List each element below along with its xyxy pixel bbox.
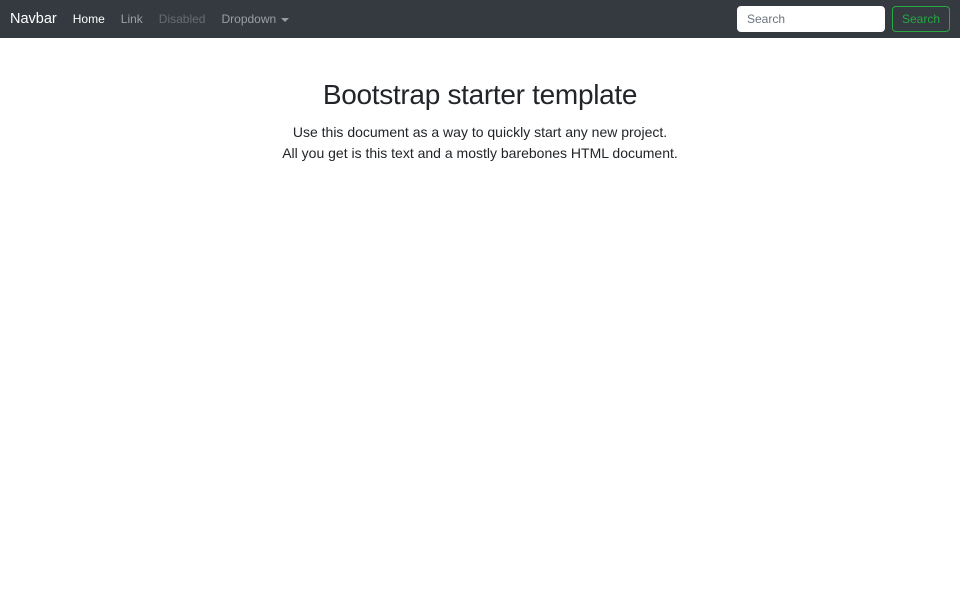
lead-line-1: Use this document as a way to quickly st… (292, 123, 668, 140)
page-title: Bootstrap starter template (322, 79, 638, 110)
caret-down-icon (281, 18, 290, 22)
search-button[interactable]: Search (891, 6, 950, 32)
dropdown-label: Dropdown (221, 12, 277, 26)
search-form: Search (736, 6, 950, 32)
lead-text: Use this document as a way to quickly st… (0, 122, 960, 164)
nav-item-home[interactable]: Home (65, 12, 113, 26)
navbar: Navbar Home Link Disabled Dropdown Searc… (0, 0, 960, 38)
navbar-brand[interactable]: Navbar (10, 11, 57, 27)
lead-line-2: All you get is this text and a mostly ba… (282, 144, 678, 161)
navbar-nav: Home Link Disabled Dropdown (65, 12, 297, 26)
search-input[interactable] (736, 6, 885, 32)
nav-item-dropdown[interactable]: Dropdown (213, 12, 297, 26)
nav-item-link[interactable]: Link (113, 12, 151, 26)
nav-item-disabled[interactable]: Disabled (151, 12, 214, 26)
main-content: Bootstrap starter template Use this docu… (0, 38, 960, 164)
